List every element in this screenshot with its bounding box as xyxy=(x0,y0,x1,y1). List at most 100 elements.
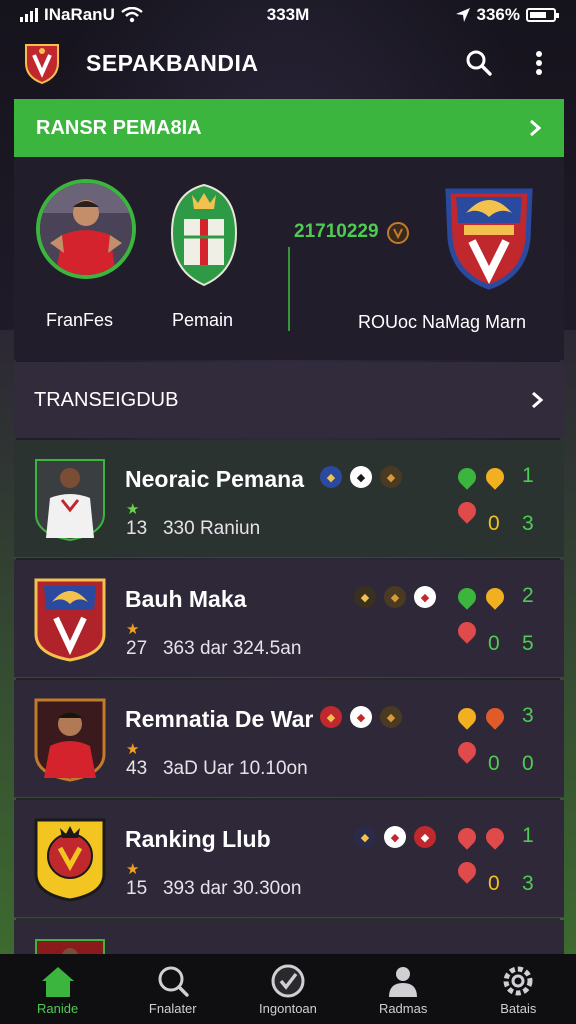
row-meta: 27 363 dar 324.5an xyxy=(126,638,302,659)
ranking-list: Neoraic Pemana ★ 13 330 Raniun ◆ ◆ ◆ 1 0… xyxy=(14,440,564,962)
featured-player[interactable] xyxy=(36,179,136,279)
club-badges: ◆ ◆ ◆ xyxy=(354,826,436,848)
score-left: 0 xyxy=(488,632,500,655)
check-badge-icon xyxy=(271,964,305,997)
nav-label: Ingontoan xyxy=(259,1000,317,1016)
badge-icon: ◆ xyxy=(384,826,406,848)
score-top: 2 xyxy=(522,584,534,607)
green-shield-icon xyxy=(170,183,238,287)
row-name: Ranking Llub xyxy=(125,826,271,852)
carrier-name: INaRanU xyxy=(44,5,115,24)
nav-item-search[interactable]: Fnalater xyxy=(123,963,223,1016)
score-left: 0 xyxy=(488,872,500,895)
club-crest-thumbnail xyxy=(34,818,106,902)
player-thumbnail xyxy=(34,698,106,782)
nav-label: Ranide xyxy=(36,1000,79,1016)
app-header: SEPAKBANDIA xyxy=(0,32,576,94)
pin-icon xyxy=(454,704,480,730)
player-thumbnail xyxy=(35,459,105,542)
featured-panel: FranFes Pemain 21710229 ROUoc NaMag Marn xyxy=(14,157,564,360)
small-crest-icon xyxy=(387,222,409,244)
pin-icon xyxy=(482,584,508,610)
nav-label: Radmas xyxy=(378,1000,428,1016)
battery-icon xyxy=(526,8,559,22)
score-top: 1 xyxy=(522,464,534,487)
badge-icon: ◆ xyxy=(380,706,402,728)
battery-percent: 336% xyxy=(476,5,520,24)
gear-icon xyxy=(503,966,533,995)
pin-icon xyxy=(482,824,508,850)
score-right: 3 xyxy=(522,512,534,535)
badge-icon: ◆ xyxy=(320,706,342,728)
pin-icon xyxy=(482,464,508,490)
ranking-banner[interactable]: RANSR PEMA8IA xyxy=(14,99,564,157)
table-row[interactable]: Remnatia De War ★ 43 3aD Uar 10.10on ◆ ◆… xyxy=(14,680,564,798)
pin-icon xyxy=(454,858,480,884)
club-crest-thumbnail xyxy=(34,578,106,662)
nav-item-settings[interactable]: Batais xyxy=(468,963,568,1016)
star-icon: ★ xyxy=(126,501,140,518)
featured-club[interactable] xyxy=(170,183,238,292)
home-icon xyxy=(41,966,74,997)
row-meta: 43 3aD Uar 10.10on xyxy=(126,758,308,779)
more-options-button[interactable] xyxy=(524,48,554,78)
badge-icon: ◆ xyxy=(414,586,436,608)
bottom-nav: Ranide Fnalater Ingontoan Radmas Batais xyxy=(0,954,576,1024)
search-icon xyxy=(158,966,189,997)
status-time: 333M xyxy=(266,5,310,24)
featured-player-label: FranFes xyxy=(46,310,114,330)
row-name: Bauh Maka xyxy=(125,586,247,612)
chevron-right-icon xyxy=(530,119,542,137)
badge-icon: ◆ xyxy=(384,586,406,608)
nav-label: Fnalater xyxy=(148,1000,197,1016)
row-meta: 13 330 Raniun xyxy=(126,518,261,539)
app-title: SEPAKBANDIA xyxy=(86,49,259,76)
club-badges: ◆ ◆ ◆ xyxy=(320,706,402,728)
pin-icon xyxy=(454,584,480,610)
featured-date: 21710229 xyxy=(294,221,379,242)
table-row[interactable]: Ranking Llub ★ 15 393 dar 30.30on ◆ ◆ ◆ … xyxy=(14,800,564,918)
score-top: 3 xyxy=(522,704,534,727)
section-header[interactable]: TRANSEIGDUB xyxy=(14,362,564,438)
pin-icon xyxy=(454,464,480,490)
banner-label: RANSR PEMA8IA xyxy=(36,116,202,139)
badge-icon: ◆ xyxy=(380,466,402,488)
wifi-icon xyxy=(121,7,143,23)
nav-item-home[interactable]: Ranide xyxy=(8,963,108,1016)
score-right: 0 xyxy=(522,752,534,775)
club-badges: ◆ ◆ ◆ xyxy=(320,466,402,488)
badge-icon: ◆ xyxy=(320,466,342,488)
nav-item-profile[interactable]: Radmas xyxy=(353,963,453,1016)
chevron-right-icon xyxy=(532,391,544,409)
score-right: 3 xyxy=(522,872,534,895)
player-portrait-icon xyxy=(40,183,132,275)
row-name: Remnatia De War xyxy=(125,706,314,732)
nav-label: Batais xyxy=(500,1000,537,1016)
club-crest-logo[interactable] xyxy=(22,41,62,85)
status-bar: INaRanU 333M 336% xyxy=(0,0,576,30)
location-arrow-icon xyxy=(455,8,470,22)
score-left: 0 xyxy=(488,752,500,775)
badge-icon: ◆ xyxy=(350,466,372,488)
section-title: TRANSEIGDUB xyxy=(34,388,179,411)
more-vert-icon xyxy=(536,51,542,75)
table-row[interactable]: Neoraic Pemana ★ 13 330 Raniun ◆ ◆ ◆ 1 0… xyxy=(14,440,564,558)
star-icon: ★ xyxy=(126,621,140,638)
search-icon xyxy=(466,50,492,76)
row-name: Neoraic Pemana xyxy=(125,466,304,492)
badge-icon: ◆ xyxy=(350,706,372,728)
score-left: 0 xyxy=(488,512,500,535)
search-button[interactable] xyxy=(464,48,494,78)
pin-icon xyxy=(454,498,480,524)
featured-big-crest[interactable] xyxy=(442,183,536,291)
pin-icon xyxy=(454,738,480,764)
table-row[interactable]: Bauh Maka ★ 27 363 dar 324.5an ◆ ◆ ◆ 2 0… xyxy=(14,560,564,678)
row-meta: 15 393 dar 30.30on xyxy=(126,878,302,899)
pin-icon xyxy=(482,704,508,730)
score-right: 5 xyxy=(522,632,534,655)
score-top: 1 xyxy=(522,824,534,847)
featured-right-label: ROUoc NaMag Marn xyxy=(358,312,527,332)
signal-icon xyxy=(20,8,38,22)
nav-item-matches[interactable]: Ingontoan xyxy=(238,963,338,1016)
star-icon: ★ xyxy=(126,861,140,878)
